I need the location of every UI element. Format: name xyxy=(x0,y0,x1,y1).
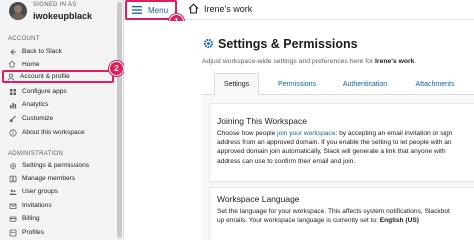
home-icon[interactable] xyxy=(188,3,199,14)
section-text: approved domain join automatically, Slac… xyxy=(217,148,446,156)
sidebar-item-profiles[interactable]: Profiles xyxy=(6,226,116,239)
callout-badge-2: 2 xyxy=(109,61,124,76)
sidebar-item-label: Account & profile xyxy=(20,73,70,80)
sidebar-item-billing[interactable]: Billing xyxy=(6,212,116,225)
brush-icon xyxy=(8,114,18,124)
gear-icon xyxy=(8,161,18,171)
sidebar-scrollbar[interactable] xyxy=(117,0,122,240)
group-icon xyxy=(8,187,18,197)
sidebar-item-account-profile[interactable]: Account & profile xyxy=(2,70,114,83)
apps-icon xyxy=(8,87,18,97)
sidebar-item-label: User groups xyxy=(22,188,58,195)
sidebar-item-label: Configure apps xyxy=(22,88,67,95)
main-content: Settings & Permissions Adjust workspace-… xyxy=(124,21,474,240)
profile-icon xyxy=(8,228,18,238)
sidebar-item-user-groups[interactable]: User groups xyxy=(6,185,116,198)
signed-in-label: SIGNED IN AS xyxy=(33,2,77,8)
sidebar-item-label: Settings & permissions xyxy=(22,162,90,169)
section-text: address can use to confirm their email a… xyxy=(217,157,356,165)
analytics-icon xyxy=(8,100,18,110)
section-text: Set the language for your workspace. Thi… xyxy=(217,208,450,215)
username: iwokeupblack xyxy=(33,11,93,21)
sidebar-item-label: Home xyxy=(22,61,40,68)
workspace-language-section: Workspace Language Set the language for … xyxy=(209,187,474,240)
sidebar-scrollbar-thumb[interactable] xyxy=(117,2,122,238)
joining-workspace-section: Joining This Workspace Choose how people… xyxy=(209,103,474,182)
sidebar-item-label: Analytics xyxy=(22,101,49,108)
hamburger-icon xyxy=(132,6,142,14)
sidebar: SIGNED IN AS iwokeupblack ACCOUNT Back t… xyxy=(0,0,124,240)
members-icon xyxy=(8,174,18,184)
sidebar-item-label: Invitations xyxy=(22,202,52,209)
section-title: Joining This Workspace xyxy=(217,116,307,126)
sidebar-item-label: Customize xyxy=(22,115,54,122)
sidebar-item-manage-members[interactable]: Manage members xyxy=(6,172,116,185)
tab-attachments[interactable]: Attachments xyxy=(402,73,468,95)
workspace-title: Irene's work xyxy=(204,4,253,14)
sidebar-item-about-workspace[interactable]: About this workspace xyxy=(6,126,116,139)
section-text: Choose how people xyxy=(217,130,278,137)
sidebar-item-configure-apps[interactable]: Configure apps xyxy=(6,85,116,98)
sidebar-item-label: Profiles xyxy=(22,229,44,236)
billing-icon xyxy=(8,214,18,224)
arrow-left-icon xyxy=(8,47,18,57)
join-workspace-link[interactable]: join your workspace xyxy=(277,130,335,137)
sidebar-item-label: Manage members xyxy=(22,175,76,182)
section-description: Set the language for your workspace. Thi… xyxy=(217,207,474,225)
section-text: : by accepting an email invitation or si… xyxy=(335,130,453,137)
section-text: up emails. Your workspace language is cu… xyxy=(217,217,380,225)
page-subtitle: Adjust workspace-wide settings and prefe… xyxy=(202,58,416,65)
profile-header[interactable]: SIGNED IN AS iwokeupblack xyxy=(6,0,116,26)
invitation-icon xyxy=(8,201,18,211)
section-description: Choose how people join your workspace: b… xyxy=(217,129,474,166)
sidebar-item-invitations[interactable]: Invitations xyxy=(6,199,116,212)
home-icon-glyph xyxy=(8,60,16,68)
tab-authentication[interactable]: Authentication xyxy=(330,73,400,95)
user-icon xyxy=(6,72,16,82)
current-language: English (US) xyxy=(379,217,419,225)
section-title: Workspace Language xyxy=(217,194,300,204)
page-title: Settings & Permissions xyxy=(218,37,358,51)
sidebar-item-analytics[interactable]: Analytics xyxy=(6,98,116,111)
sidebar-item-label: Back to Slack xyxy=(22,48,62,55)
subtitle-suffix: . xyxy=(414,58,417,65)
sidebar-item-customize[interactable]: Customize xyxy=(6,112,116,125)
administration-heading: ADMINISTRATION xyxy=(8,151,64,157)
menu-label: Menu xyxy=(148,5,169,15)
section-text: address from an approved domain. If you … xyxy=(217,139,452,147)
subtitle-text: Adjust workspace-wide settings and prefe… xyxy=(202,58,376,65)
avatar xyxy=(9,2,27,20)
info-icon xyxy=(8,128,18,138)
sidebar-item-label: Billing xyxy=(22,215,40,222)
settings-panel: Joining This Workspace Choose how people… xyxy=(202,95,474,240)
account-heading: ACCOUNT xyxy=(8,36,40,42)
tab-settings[interactable]: Settings xyxy=(214,73,259,95)
sidebar-item-back-to-slack[interactable]: Back to Slack xyxy=(6,45,116,58)
gear-icon xyxy=(203,38,214,49)
tab-permissions[interactable]: Permissions xyxy=(266,73,328,95)
settings-tabs: Settings Permissions Authentication Atta… xyxy=(202,73,474,95)
sidebar-item-label: About this workspace xyxy=(22,129,85,136)
sidebar-item-settings-permissions[interactable]: Settings & permissions xyxy=(6,159,116,172)
subtitle-workspace: Irene's work xyxy=(375,58,415,65)
